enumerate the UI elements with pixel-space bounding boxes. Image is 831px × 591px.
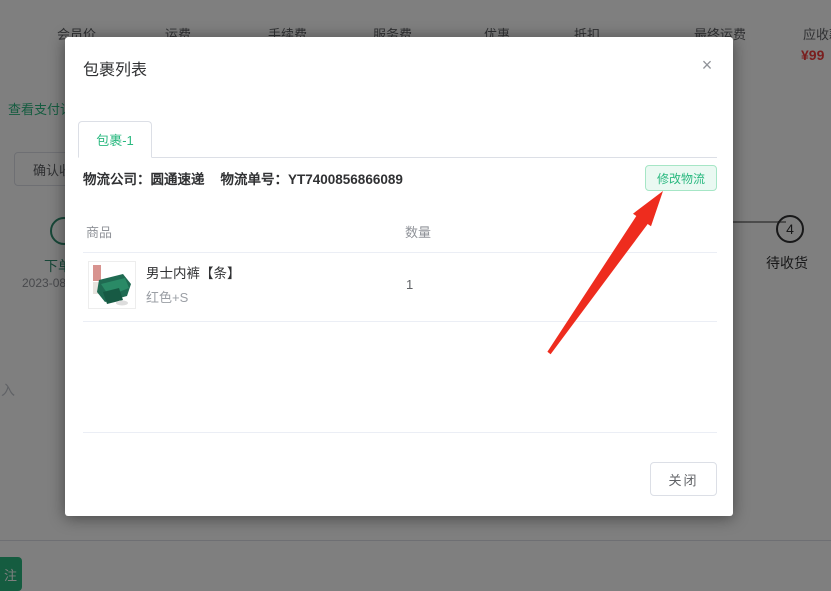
product-thumbnail [88,261,136,309]
logistics-info-text: 物流公司：圆通速递 物流单号：YT7400856866089 [83,168,403,188]
table-header-quantity: 数量 [405,222,431,241]
edit-logistics-button[interactable]: 修改物流 [645,165,717,191]
dialog-title: 包裹列表 [83,56,147,80]
logistics-info-row: 物流公司：圆通速递 物流单号：YT7400856866089 修改物流 [83,165,717,191]
product-name: 男士内裤【条】 [146,262,241,282]
package-list-dialog: 包裹列表 × 包裹-1 物流公司：圆通速递 物流单号：YT740085686608… [65,37,733,516]
table-header-product: 商品 [86,222,112,241]
package-items-table: 商品 数量 男士内裤【条】 红色+S 1 [83,209,717,433]
product-image [89,262,135,308]
table-header-row: 商品 数量 [83,209,717,253]
product-quantity: 1 [406,277,413,292]
close-button[interactable]: 关闭 [650,462,717,496]
tab-package-1[interactable]: 包裹-1 [78,121,152,158]
tracking-number: 物流单号：YT7400856866089 [221,172,403,187]
product-spec: 红色+S [146,287,188,306]
order-detail-page: 会员价 运费 手续费 服务费 优惠 抵扣 最终运费 应收款 ¥99 查看支付记录… [0,0,831,591]
table-row: 男士内裤【条】 红色+S 1 [83,253,717,322]
package-tabs: 包裹-1 [78,121,717,158]
logistics-company: 物流公司：圆通速递 [83,172,205,187]
close-icon[interactable]: × [695,53,719,77]
